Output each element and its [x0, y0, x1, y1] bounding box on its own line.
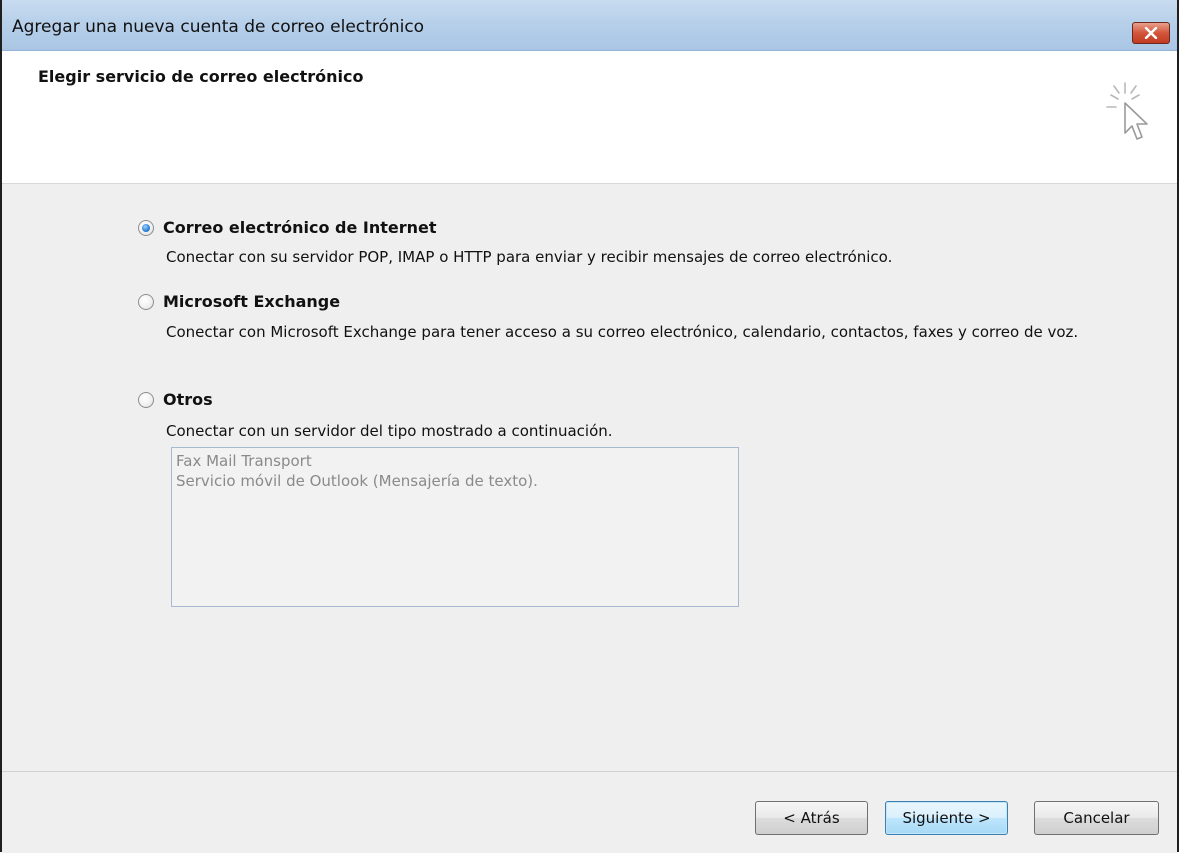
- cancel-button[interactable]: Cancelar: [1034, 801, 1159, 835]
- option-description-exchange: Conectar con Microsoft Exchange para ten…: [166, 323, 1079, 341]
- close-button[interactable]: [1132, 22, 1170, 44]
- option-label-others: Otros: [163, 390, 213, 409]
- option-label-exchange: Microsoft Exchange: [163, 292, 341, 311]
- title-bar[interactable]: Agregar una nueva cuenta de correo elect…: [2, 0, 1177, 51]
- list-item[interactable]: Servicio móvil de Outlook (Mensajería de…: [176, 471, 734, 491]
- window-title: Agregar una nueva cuenta de correo elect…: [12, 17, 425, 37]
- option-others[interactable]: Otros: [138, 390, 213, 409]
- wizard-content: Correo electrónico de Internet Conectar …: [2, 184, 1177, 770]
- option-label-internet-email: Correo electrónico de Internet: [163, 218, 437, 237]
- close-x-icon: [1144, 27, 1158, 39]
- back-button[interactable]: < Atrás: [755, 801, 868, 835]
- page-title: Elegir servicio de correo electrónico: [38, 67, 364, 86]
- option-description-internet-email: Conectar con su servidor POP, IMAP o HTT…: [166, 248, 893, 266]
- other-services-list[interactable]: Fax Mail Transport Servicio móvil de Out…: [171, 447, 739, 607]
- option-exchange[interactable]: Microsoft Exchange: [138, 292, 340, 311]
- dialog-window: Agregar una nueva cuenta de correo elect…: [0, 0, 1179, 853]
- wizard-footer: < Atrás Siguiente > Cancelar: [2, 771, 1177, 853]
- option-description-others: Conectar con un servidor del tipo mostra…: [166, 422, 613, 440]
- option-internet-email[interactable]: Correo electrónico de Internet: [138, 218, 437, 237]
- wizard-header: Elegir servicio de correo electrónico: [2, 51, 1177, 184]
- radio-internet-email[interactable]: [138, 219, 154, 236]
- list-item[interactable]: Fax Mail Transport: [176, 451, 734, 471]
- sparkle-cursor-icon: [1106, 82, 1148, 140]
- radio-exchange[interactable]: [138, 293, 154, 310]
- next-button[interactable]: Siguiente >: [885, 801, 1008, 835]
- radio-others[interactable]: [138, 391, 154, 408]
